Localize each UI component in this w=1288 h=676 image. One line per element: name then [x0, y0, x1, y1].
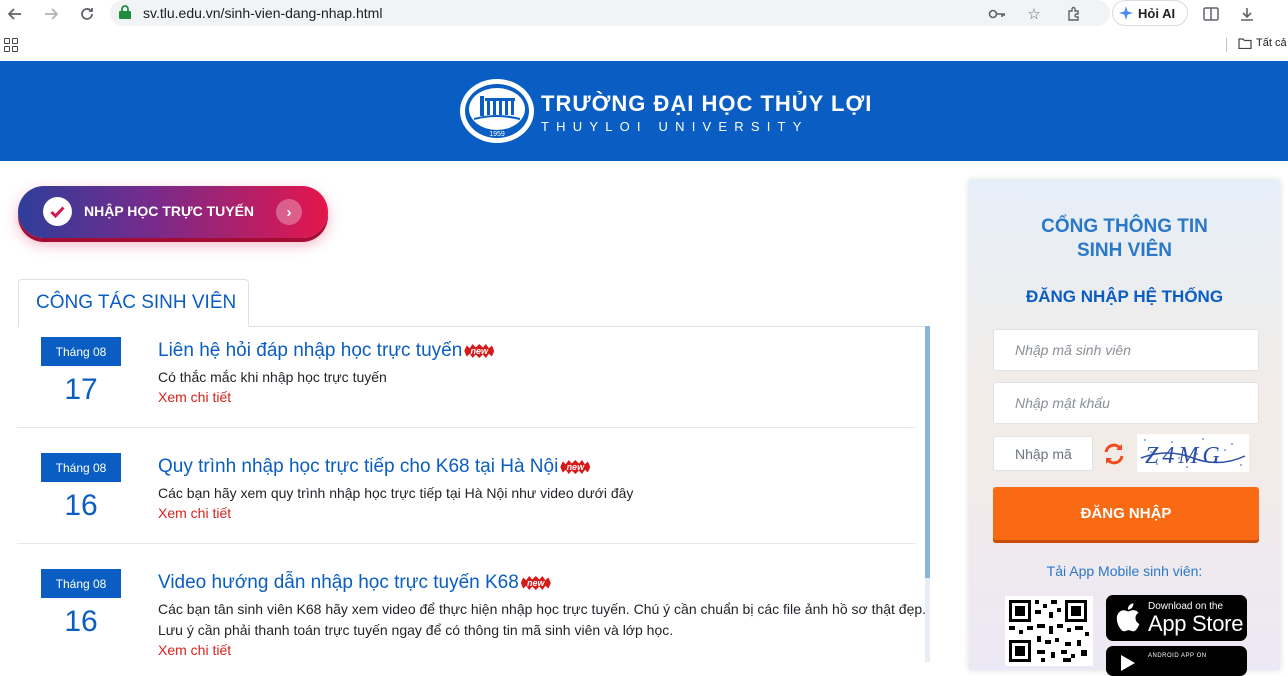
browser-chrome: sv.tlu.edu.vn/sinh-vien-dang-nhap.html ☆…: [0, 0, 1288, 61]
apple-icon: [1116, 603, 1140, 632]
password-key-icon[interactable]: [986, 3, 1008, 25]
ask-ai-button[interactable]: Hỏi AI: [1112, 0, 1188, 26]
news-title-link[interactable]: Video hướng dẫn nhập học trực tuyến K68 n…: [158, 572, 551, 594]
back-icon[interactable]: [4, 3, 26, 25]
all-bookmarks-folder[interactable]: Tất cả: [1238, 37, 1287, 49]
news-month: Tháng 08: [41, 453, 121, 482]
news-day: 16: [64, 605, 98, 638]
news-title-link[interactable]: Liên hệ hỏi đáp nhập học trực tuyến new: [158, 340, 495, 362]
download-icon[interactable]: [1236, 3, 1258, 25]
check-icon: [43, 197, 72, 226]
url-text[interactable]: sv.tlu.edu.vn/sinh-vien-dang-nhap.html: [143, 5, 382, 21]
ask-ai-label: Hỏi AI: [1138, 5, 1176, 21]
new-badge-icon: new: [560, 460, 591, 474]
google-play-icon: [1121, 655, 1135, 671]
news-day: 16: [64, 489, 98, 522]
mobile-app-label: Tải App Mobile sinh viên:: [1046, 563, 1203, 579]
chevron-right-icon: ›: [276, 199, 302, 225]
reading-mode-icon[interactable]: [1200, 3, 1222, 25]
captcha-input[interactable]: [993, 436, 1093, 471]
all-bookmarks-label: Tất cả: [1256, 37, 1287, 49]
app-store-badge[interactable]: Download on the App Store: [1106, 595, 1247, 641]
password-input[interactable]: [993, 382, 1259, 424]
news-title-link[interactable]: Quy trình nhập học trực tiếp cho K68 tại…: [158, 456, 591, 478]
forward-icon[interactable]: [40, 3, 62, 25]
news-month: Tháng 08: [41, 569, 121, 598]
bookmarks-divider: [1226, 38, 1227, 52]
reload-icon[interactable]: [76, 3, 98, 25]
browser-toolbar: sv.tlu.edu.vn/sinh-vien-dang-nhap.html ☆…: [0, 0, 1288, 28]
news-day: 17: [64, 373, 98, 406]
news-description: Có thắc mắc khi nhập học trực tuyến: [158, 369, 387, 385]
read-more-link[interactable]: Xem chi tiết: [158, 505, 231, 521]
bookmark-star-icon[interactable]: ☆: [1023, 3, 1045, 25]
extensions-icon[interactable]: [1063, 3, 1085, 25]
google-play-badge[interactable]: ANDROID APP ON: [1106, 646, 1247, 676]
read-more-link[interactable]: Xem chi tiết: [158, 389, 231, 405]
new-badge-icon: new: [464, 344, 495, 358]
secure-lock-icon[interactable]: [118, 4, 132, 20]
bookmarks-bar: Tất cả: [0, 32, 1288, 58]
qr-code-image[interactable]: [1005, 596, 1093, 666]
sparkle-icon: [1119, 6, 1133, 20]
new-badge-icon: new: [520, 576, 551, 590]
news-month: Tháng 08: [41, 337, 121, 366]
news-divider: [17, 427, 915, 428]
login-button[interactable]: ĐĂNG NHẬP: [993, 487, 1259, 540]
svg-text:1959: 1959: [489, 131, 505, 138]
news-description: Các bạn hãy xem quy trình nhập học trực …: [158, 485, 634, 501]
news-description: Các bạn tân sinh viên K68 hãy xem video …: [158, 601, 927, 638]
read-more-link[interactable]: Xem chi tiết: [158, 642, 231, 658]
university-name-english: THUYLOI UNIVERSITY: [541, 119, 809, 134]
refresh-captcha-icon[interactable]: [1102, 441, 1126, 467]
news-scrollbar-thumb[interactable]: [925, 326, 930, 578]
university-seal-logo[interactable]: 1959: [460, 79, 534, 143]
svg-text:Z4MG: Z4MG: [1145, 443, 1224, 469]
login-heading: ĐĂNG NHẬP HỆ THỐNG: [1025, 287, 1224, 306]
student-id-input[interactable]: [993, 329, 1259, 371]
google-play-small-text: ANDROID APP ON: [1148, 653, 1207, 659]
tab-student-affairs-label: CÔNG TÁC SINH VIÊN: [36, 292, 237, 313]
portal-title: CỔNG THÔNG TIN SINH VIÊN: [1041, 216, 1208, 261]
university-name: TRƯỜNG ĐẠI HỌC THỦY LỢI: [541, 91, 873, 116]
app-store-text: App Store: [1148, 611, 1244, 636]
apps-grid-icon[interactable]: [4, 38, 18, 52]
captcha-image: Z4MG: [1137, 434, 1249, 472]
folder-icon: [1238, 37, 1252, 49]
online-enrollment-label: NHẬP HỌC TRỰC TUYẾN: [84, 203, 255, 219]
news-divider: [17, 543, 915, 544]
